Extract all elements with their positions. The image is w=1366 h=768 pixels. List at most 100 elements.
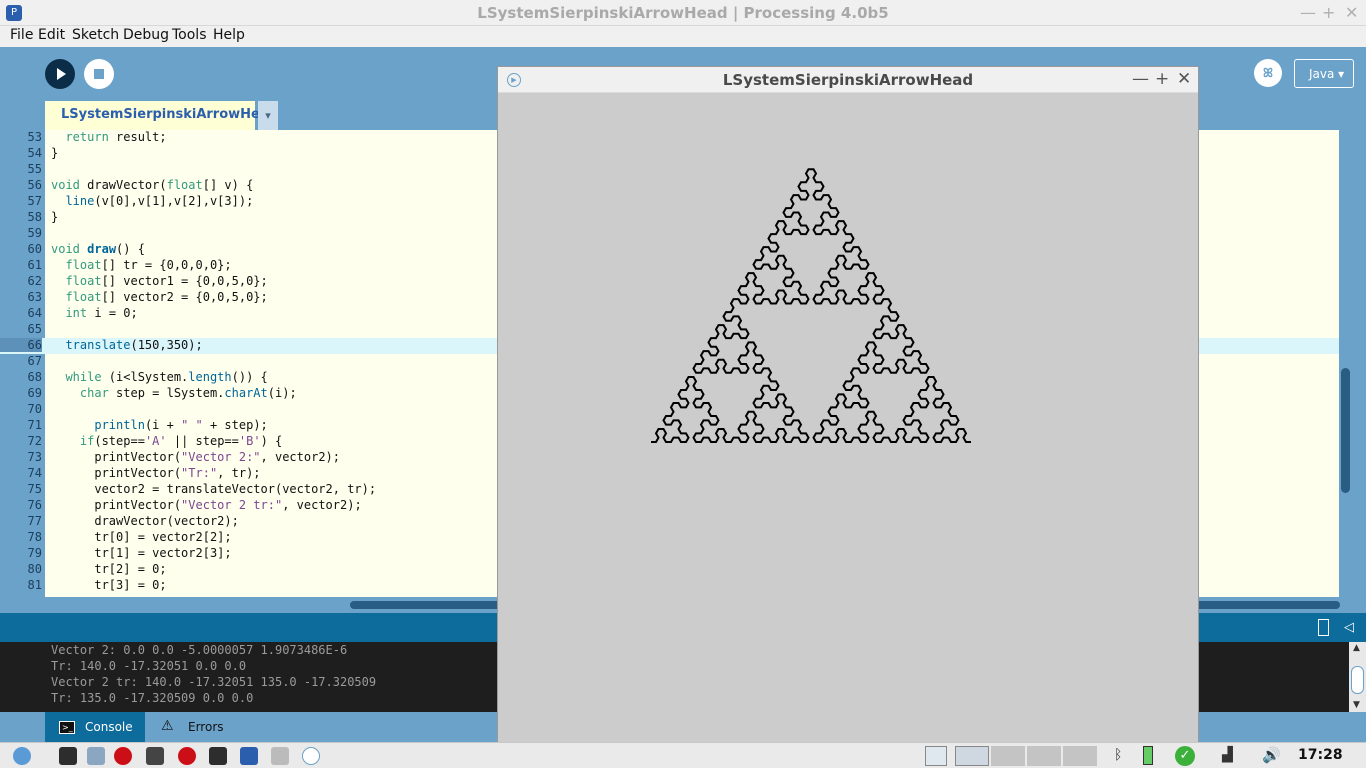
scroll-down-icon[interactable]: ▼ (1353, 700, 1360, 710)
code-text: void draw() { (51, 242, 145, 256)
menu-file[interactable]: File (10, 27, 33, 43)
console-scroll-thumb[interactable] (1351, 666, 1364, 694)
code-text: while (i<lSystem.length()) { (65, 370, 268, 384)
menu-tools[interactable]: Tools (172, 27, 207, 43)
check-icon[interactable]: ✓ (1175, 746, 1195, 766)
line-number: 58 (27, 210, 42, 224)
maximize-icon[interactable]: + (1322, 3, 1335, 22)
line-number: 60 (27, 242, 42, 256)
line-number: 77 (27, 514, 42, 528)
console-scrollbar[interactable]: ▲ ▼ (1349, 642, 1366, 712)
code-text: translate(150,350); (65, 338, 203, 352)
stop-button[interactable] (84, 59, 114, 89)
console-line: Tr: 135.0 -17.320509 0.0 0.0 (51, 691, 254, 705)
text-editor-icon[interactable] (271, 747, 289, 765)
line-number: 57 (27, 194, 42, 208)
code-text: return result; (65, 130, 167, 144)
warning-icon: ⚠ (161, 718, 174, 734)
console-line: Tr: 140.0 -17.32051 0.0 0.0 (51, 659, 247, 673)
close-icon[interactable]: ✕ (1345, 3, 1358, 22)
sketch-app-icon[interactable] (302, 747, 320, 765)
minimize-icon[interactable]: — (1300, 3, 1316, 22)
window-task-icon[interactable] (955, 746, 989, 766)
line-number: 78 (27, 530, 42, 544)
line-number: 53 (27, 130, 42, 144)
code-text: printVector("Vector 2:", vector2); (51, 450, 341, 464)
line-number: 56 (27, 178, 42, 192)
opera-icon[interactable] (114, 747, 132, 765)
line-number: 80 (27, 562, 42, 576)
file-manager-icon[interactable] (87, 747, 105, 765)
network-signal-icon[interactable]: ▟ (1222, 747, 1233, 763)
bluetooth-icon[interactable]: ᛒ (1114, 747, 1122, 763)
line-number: 73 (27, 450, 42, 464)
minimize-icon[interactable]: — (1132, 69, 1149, 89)
battery-icon[interactable] (1143, 746, 1153, 765)
workspace-slot[interactable] (1063, 746, 1097, 766)
window-title: LSystemSierpinskiArrowHead | Processing … (477, 4, 889, 22)
debug-mode-button[interactable]: ꕤ (1254, 59, 1282, 87)
menu-help[interactable]: Help (213, 27, 245, 43)
line-number: 68 (27, 370, 42, 384)
line-number: 54 (27, 146, 42, 160)
window-task-icon[interactable] (925, 746, 947, 766)
start-menu-icon[interactable] (13, 747, 31, 765)
console-toggle-icon[interactable] (1318, 619, 1329, 636)
code-text: tr[3] = 0; (51, 578, 167, 592)
console-line: Vector 2: 0.0 0.0 -5.0000057 1.9073486E-… (51, 643, 348, 657)
code-text: vector2 = translateVector(vector2, tr); (51, 482, 377, 496)
editor-vertical-scroll-thumb[interactable] (1341, 368, 1350, 493)
volume-icon[interactable]: 🔊 (1262, 746, 1281, 764)
maximize-icon[interactable]: + (1155, 69, 1169, 89)
line-number: 75 (27, 482, 42, 496)
taskbar (0, 742, 1366, 768)
line-number: 74 (27, 466, 42, 480)
code-text: } (51, 146, 59, 160)
line-number: 61 (27, 258, 42, 272)
opera-icon[interactable] (178, 747, 196, 765)
collapse-icon[interactable]: ◁ (1344, 620, 1354, 635)
line-number: 71 (27, 418, 42, 432)
clock: 17:28 (1298, 747, 1343, 763)
code-text: void drawVector(float[] v) { (51, 178, 254, 192)
run-button[interactable] (45, 59, 75, 89)
code-text: tr[0] = vector2[2]; (51, 530, 232, 544)
console-line: Vector 2 tr: 140.0 -17.32051 135.0 -17.3… (51, 675, 377, 689)
terminal-icon: >_ (59, 721, 75, 734)
code-text: float[] tr = {0,0,0,0}; (65, 258, 232, 272)
terminal-app-icon[interactable] (59, 747, 77, 765)
sketch-window-title: LSystemSierpinskiArrowHead (722, 71, 974, 89)
scroll-up-icon[interactable]: ▲ (1353, 643, 1360, 653)
code-text: drawVector(vector2); (51, 514, 239, 528)
menu-sketch[interactable]: Sketch (72, 27, 119, 43)
editor-vertical-scrollbar[interactable] (1339, 130, 1366, 597)
terminal-app-icon[interactable] (209, 747, 227, 765)
line-number: 72 (27, 434, 42, 448)
files-icon[interactable] (146, 747, 164, 765)
code-text: tr[2] = 0; (51, 562, 167, 576)
mode-selector[interactable]: Java ▾ (1294, 59, 1354, 88)
line-number: 67 (27, 354, 42, 368)
close-icon[interactable]: ✕ (1177, 69, 1191, 89)
title-bar: P LSystemSierpinskiArrowHead | Processin… (0, 0, 1366, 26)
workspace-slot[interactable] (1027, 746, 1061, 766)
code-text: char step = lSystem.charAt(i); (79, 386, 297, 400)
line-number: 63 (27, 290, 42, 304)
tab-errors-label: Errors (188, 720, 224, 734)
line-number: 81 (27, 578, 42, 592)
line-number: 64 (27, 306, 42, 320)
code-text: float[] vector2 = {0,0,5,0}; (65, 290, 268, 304)
tab-errors[interactable]: ⚠ Errors (145, 712, 245, 742)
line-number: 69 (27, 386, 42, 400)
code-text: int i = 0; (65, 306, 138, 320)
menu-debug[interactable]: Debug (123, 27, 169, 43)
tab-sketch[interactable]: LSystemSierpinskiArrowHead (45, 101, 278, 130)
processing-app-icon[interactable] (240, 747, 258, 765)
code-text: if(step=='A' || step=='B') { (79, 434, 283, 448)
workspace-slot[interactable] (991, 746, 1025, 766)
menu-edit[interactable]: Edit (38, 27, 65, 43)
code-text: printVector("Tr:", tr); (51, 466, 261, 480)
tab-console[interactable]: >_ Console (45, 712, 145, 742)
sketch-window: ▶ LSystemSierpinskiArrowHead — + ✕ (497, 66, 1199, 746)
tab-menu-button[interactable]: ▾ (258, 101, 278, 130)
